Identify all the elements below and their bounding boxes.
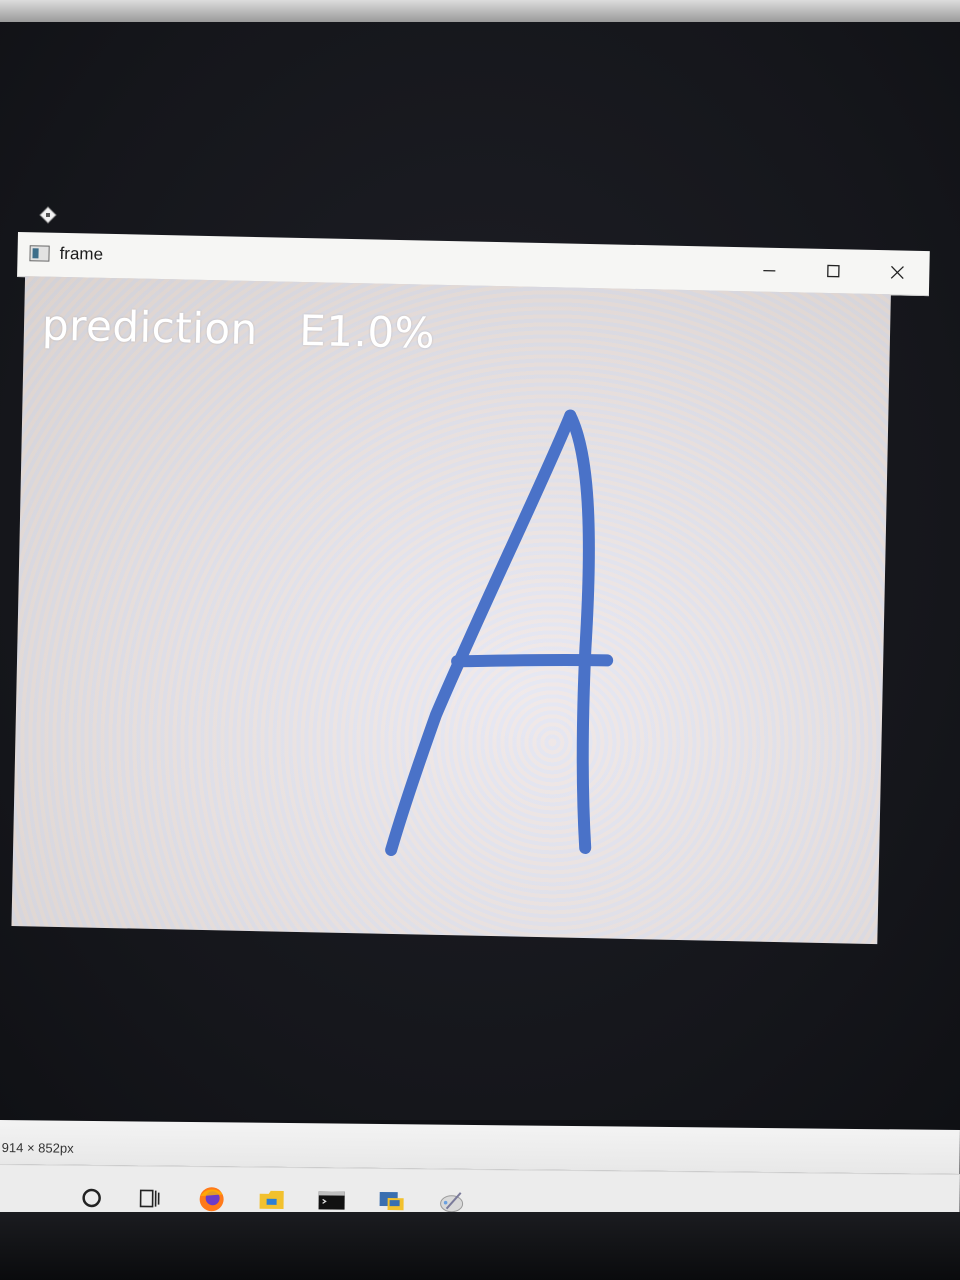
search-icon	[82, 1188, 101, 1208]
drawn-letter-a	[385, 409, 614, 856]
app-window-icon	[29, 245, 50, 262]
camera-frame: prediction E1.0%	[11, 276, 891, 945]
mouse-cursor-icon	[39, 206, 57, 224]
monitor-top-edge	[0, 0, 960, 22]
frame-window: frame prediction E1.0%	[3, 232, 930, 959]
minimize-button[interactable]	[737, 247, 802, 292]
firefox-icon	[199, 1187, 224, 1212]
minimize-icon	[763, 269, 776, 272]
maximize-icon	[827, 264, 840, 278]
image-dimensions: 914 × 852px	[1, 1140, 74, 1156]
task-view-icon	[139, 1189, 160, 1208]
window-title: frame	[59, 243, 104, 264]
monitor-bottom-edge	[0, 1212, 960, 1280]
close-icon	[890, 265, 904, 279]
close-button[interactable]	[865, 250, 930, 295]
file-explorer-icon	[259, 1190, 284, 1209]
maximize-button[interactable]	[801, 248, 866, 293]
